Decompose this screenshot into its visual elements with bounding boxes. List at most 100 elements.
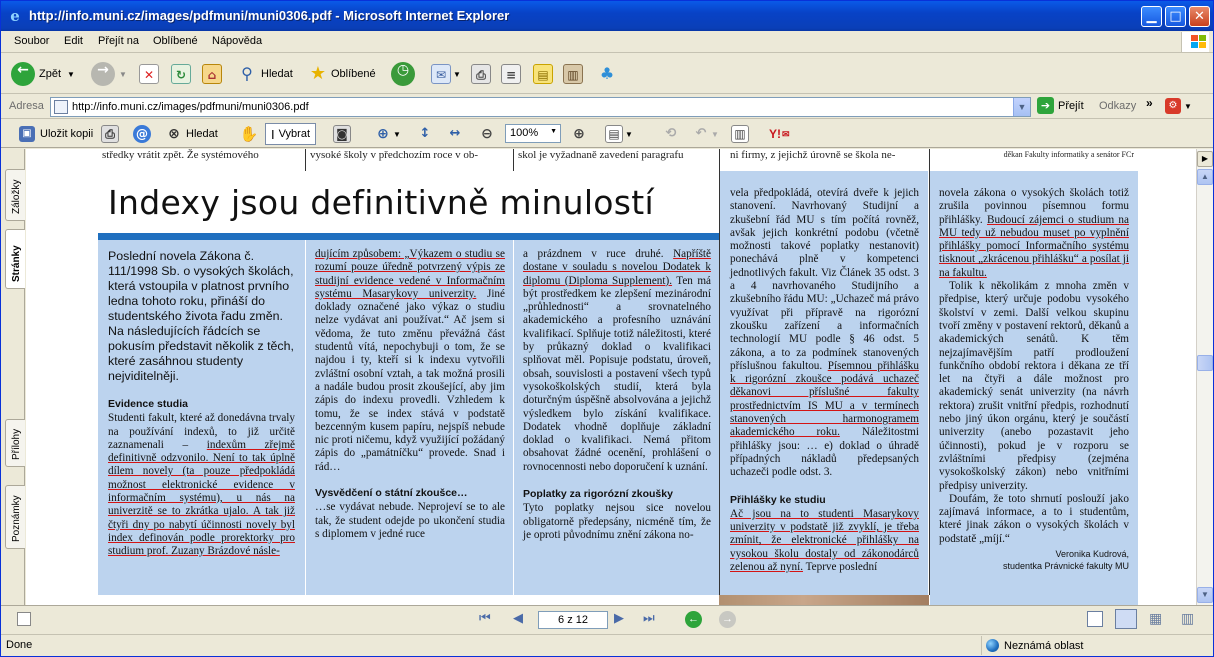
fit-width-icon: ↔ [449,126,461,141]
text-run: a prázdnem v ruce druhé. [523,248,674,260]
zoom-icon: ⊕ [377,126,389,142]
zoom-in-button[interactable]: ⊕ [569,123,589,145]
print-button[interactable]: ⎙ [471,60,491,88]
first-page-button[interactable]: ⏮ [479,610,491,626]
select-tool-button[interactable]: I Vybrat [265,123,317,145]
page-indicator: 6 z 12 [558,614,588,626]
photo-edge [719,595,929,605]
menu-go[interactable]: Přejít na [98,35,139,47]
go-button[interactable]: ➔ Přejít [1037,97,1084,114]
menu-help[interactable]: Nápověda [212,35,262,47]
printer-icon: ⎙ [101,125,119,143]
back-button[interactable]: ← Zpět ▼ [11,60,75,88]
chevron-right-icon[interactable]: » [1146,96,1153,110]
close-button[interactable]: ✕ [1189,6,1210,27]
tools-button[interactable]: ⚙ ▼ [1165,98,1192,114]
page-number-input[interactable]: 6 z 12 [538,611,608,629]
continuous-view-icon[interactable] [1115,609,1137,629]
tools-icon: ⚙ [1165,98,1181,114]
tab-attachments-label: Přílohy [11,428,22,460]
menu-file[interactable]: Soubor [14,35,49,47]
article-paragraph: Ač jsou na to studenti Masarykovy univer… [730,508,919,574]
minimize-button[interactable]: ▁ [1141,6,1162,27]
author-name: Veronika Kudrová, [1055,549,1129,560]
fit-width-button[interactable]: ↔ [445,123,465,145]
mail-button[interactable]: ✉ ▼ [431,60,461,88]
zoom-input[interactable]: 100% ▼ [505,124,561,143]
history-button[interactable]: ◷ [391,60,415,88]
hand-tool-button[interactable]: ✋ [239,123,259,145]
status-bar: Done Neznámá oblast [1,634,1213,656]
article-paragraph: Studenti fakult, které až donedávna trva… [108,412,295,558]
yahoo-button[interactable]: Y! ✉ [769,123,790,145]
research-button[interactable]: ▥ [563,60,583,88]
scroll-down-button[interactable]: ▼ [1197,587,1213,603]
tab-pages[interactable]: Stránky [5,229,25,289]
email-pdf-button[interactable]: @ [133,123,151,145]
ie-logo-icon: e [10,7,20,25]
chevron-down-icon: ▼ [625,129,633,139]
address-dropdown[interactable]: ▼ [1013,98,1030,116]
chevron-down-icon: ▼ [67,69,75,79]
next-view-icon[interactable]: → [719,611,736,628]
previous-view-icon[interactable]: ← [685,611,702,628]
section-heading: Přihlášky ke studiu [730,493,826,506]
home-button[interactable]: ⌂ [202,60,222,88]
next-page-button[interactable]: ▶ [614,610,624,626]
top-strip-text: ni firmy, z jejichž úrovně se škola ne- [730,149,896,161]
favorites-button[interactable]: ★ Oblíbené [308,60,376,88]
edit-button[interactable]: ≡ [501,60,521,88]
tab-attachments[interactable]: Přílohy [5,419,25,467]
facing-view-icon[interactable]: ▦ [1149,610,1162,627]
address-input[interactable]: http://info.muni.cz/images/pdfmuni/muni0… [50,97,1031,117]
links-label[interactable]: Odkazy [1099,100,1136,112]
messenger-button[interactable]: ♣ [597,60,617,88]
maximize-button[interactable]: □ [1165,6,1186,27]
chevron-down-icon[interactable]: ▼ [550,128,557,135]
tab-bookmarks[interactable]: Záložky [5,169,25,221]
go-label: Přejít [1058,99,1084,112]
mail-icon: ✉ [431,64,451,84]
discuss-button[interactable]: ▤ [533,60,553,88]
page-layout-button[interactable]: ▤ ▼ [605,123,633,145]
fit-page-button[interactable]: ↕ [415,123,435,145]
snapshot-button[interactable]: ◙ [333,123,351,145]
zoom-out-button[interactable]: ⊖ [477,123,497,145]
scroll-thumb[interactable] [1197,355,1213,371]
scroll-up-button[interactable]: ▲ [1197,169,1213,185]
pdf-viewport[interactable]: středky vrátit zpět. Že systémového vyso… [26,149,1196,605]
last-page-button[interactable]: ⏭ [643,610,655,626]
article-paragraph: vela předpokládá, otevírá dveře k jejich… [730,187,919,480]
tab-comments[interactable]: Poznámky [5,485,25,549]
panel-expand-icon[interactable]: ▶ [1197,151,1213,167]
search-icon: ⚲ [241,64,253,83]
section-heading: Poplatky za rigorózní zkoušky [523,488,673,501]
forward-button[interactable]: → ▼ [91,60,127,88]
stop-button[interactable]: ✕ [139,60,159,88]
undo-icon: ↶ [695,126,707,141]
stop-icon: ✕ [139,64,159,84]
menu-edit[interactable]: Edit [64,35,83,47]
window-title: http://info.muni.cz/images/pdfmuni/muni0… [29,8,510,23]
panel-toggle-icon[interactable] [17,612,31,626]
title-bar[interactable]: e http://info.muni.cz/images/pdfmuni/mun… [1,1,1213,31]
pages-button[interactable]: ▥ [731,123,749,145]
standard-toolbar: ← Zpět ▼ → ▼ ✕ ↻ ⌂ ⚲ Hledat ★ Oblíbené ◷… [1,54,1213,94]
undo-button[interactable]: ↶ ▼ [691,123,719,145]
menu-favorites[interactable]: Oblíbené [153,35,198,47]
single-page-view-icon[interactable] [1087,611,1103,627]
article-column-3: a prázdnem v ruce druhé. Napříště dostan… [514,240,719,595]
refresh-button[interactable]: ↻ [171,60,191,88]
continuous-facing-view-icon[interactable]: ▥ [1181,610,1194,627]
search-pdf-button[interactable]: ⊗ Hledat [165,123,218,145]
rotate-button[interactable]: ⟲ [661,123,681,145]
author-role: studentka Právnické fakulty MU [1002,561,1129,572]
zoom-in-tool-button[interactable]: ⊕ ▼ [373,123,401,145]
print-pdf-button[interactable]: ⎙ [101,123,119,145]
search-button[interactable]: ⚲ Hledat [237,60,293,88]
top-strip-text: skol je vyžadnaně zavedení paragrafu [518,149,684,161]
vertical-scrollbar[interactable]: ▶ ▲ ▼ [1196,149,1213,605]
save-copy-button[interactable]: ▣ Uložit kopii [19,123,93,145]
headline-rule [98,233,719,240]
previous-page-button[interactable]: ◀ [513,610,523,626]
